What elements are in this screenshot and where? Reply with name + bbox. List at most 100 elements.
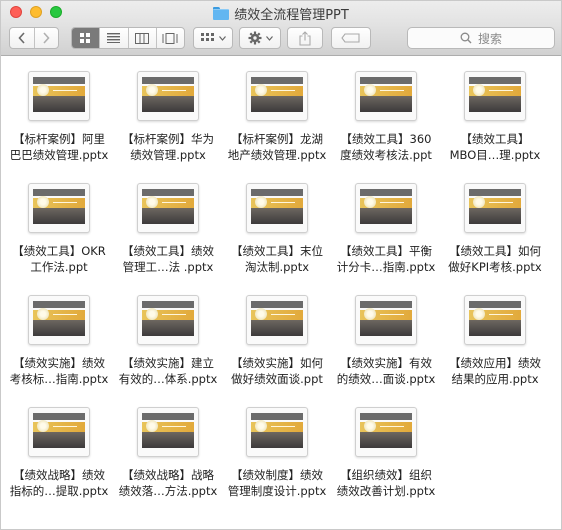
- file-name-line-2: 度绩效考核法.ppt: [340, 148, 432, 162]
- window-title-text: 绩效全流程管理PPT: [234, 8, 349, 23]
- file-name: 【绩效工具】如何 做好KPI考核.pptx: [440, 243, 550, 275]
- pptx-thumbnail-icon: [28, 295, 90, 345]
- file-name: 【绩效工具】OKR 工作法.ppt: [4, 243, 114, 275]
- view-mode-control: [71, 27, 185, 49]
- file-item[interactable]: 【绩效实施】有效 的绩效…面谈.pptx: [331, 295, 441, 387]
- pptx-thumbnail-icon: [246, 295, 308, 345]
- pptx-thumbnail-icon: [137, 183, 199, 233]
- file-name-line-2: 计分卡…指南.pptx: [336, 260, 436, 274]
- file-name-line-1: 【绩效实施】绩效: [13, 356, 105, 370]
- tag-button[interactable]: [331, 27, 371, 49]
- chevron-left-icon: [18, 32, 25, 44]
- file-item[interactable]: 【绩效实施】绩效 考核标…指南.pptx: [4, 295, 114, 387]
- pptx-thumbnail-icon: [355, 183, 417, 233]
- gallery-view-button[interactable]: [155, 28, 184, 48]
- pptx-thumbnail-icon: [464, 183, 526, 233]
- file-item[interactable]: 【绩效工具】绩效 管理工…法 .pptx: [113, 183, 223, 275]
- pptx-thumbnail-icon: [355, 407, 417, 457]
- file-name-line-2: 地产绩效管理.pptx: [227, 148, 327, 162]
- chevron-down-icon: [265, 35, 273, 41]
- file-item[interactable]: 【绩效工具】360 度绩效考核法.ppt: [331, 71, 441, 163]
- file-name: 【绩效工具】 MBO目…理.pptx: [440, 131, 550, 163]
- icon-view-button[interactable]: [72, 28, 100, 48]
- toolbar: 搜索: [1, 23, 561, 56]
- pptx-thumbnail-icon: [246, 183, 308, 233]
- file-name-line-2: 结果的应用.pptx: [451, 372, 539, 386]
- pptx-thumbnail-icon: [137, 295, 199, 345]
- window-title: 绩效全流程管理PPT: [1, 4, 561, 23]
- file-name-line-2: MBO目…理.pptx: [449, 148, 541, 162]
- column-view-button[interactable]: [127, 28, 156, 48]
- file-name: 【绩效战略】绩效 指标的…提取.pptx: [4, 467, 114, 499]
- file-item[interactable]: 【标杆案例】华为 绩效管理.pptx: [113, 71, 223, 163]
- title-bar: 绩效全流程管理PPT: [1, 1, 561, 23]
- file-item[interactable]: 【绩效工具】 MBO目…理.pptx: [440, 71, 550, 163]
- file-name-line-2: 绩效管理.pptx: [130, 148, 206, 162]
- file-name-line-2: 做好KPI考核.pptx: [448, 260, 542, 274]
- file-name-line-1: 【绩效工具】平衡: [340, 244, 432, 258]
- file-item[interactable]: 【绩效工具】如何 做好KPI考核.pptx: [440, 183, 550, 275]
- file-name-line-1: 【组织绩效】组织: [340, 468, 432, 482]
- file-name-line-1: 【绩效战略】战略: [122, 468, 214, 482]
- file-name: 【绩效实施】绩效 考核标…指南.pptx: [4, 355, 114, 387]
- chevron-down-icon: [218, 35, 226, 41]
- file-item[interactable]: 【绩效战略】绩效 指标的…提取.pptx: [4, 407, 114, 499]
- nav-buttons: [9, 27, 59, 49]
- chevron-right-icon: [43, 32, 50, 44]
- share-icon: [299, 30, 311, 46]
- file-item[interactable]: 【绩效实施】建立 有效的…体系.pptx: [113, 295, 223, 387]
- file-item[interactable]: 【绩效工具】末位 淘汰制.pptx: [222, 183, 332, 275]
- file-item[interactable]: 【标杆案例】龙湖 地产绩效管理.pptx: [222, 71, 332, 163]
- share-button[interactable]: [287, 27, 323, 49]
- pptx-thumbnail-icon: [355, 295, 417, 345]
- pptx-thumbnail-icon: [28, 407, 90, 457]
- pptx-thumbnail-icon: [137, 407, 199, 457]
- list-view-icon: [107, 33, 121, 43]
- column-view-icon: [135, 32, 150, 44]
- file-name-line-2: 做好绩效面谈.ppt: [231, 372, 323, 386]
- file-item[interactable]: 【组织绩效】组织 绩效改善计划.pptx: [331, 407, 441, 499]
- file-name-line-2: 巴巴绩效管理.pptx: [9, 148, 109, 162]
- search-field[interactable]: 搜索: [407, 27, 555, 49]
- file-item[interactable]: 【绩效制度】绩效 管理制度设计.pptx: [222, 407, 332, 499]
- file-name-line-2: 有效的…体系.pptx: [118, 372, 218, 386]
- file-name-line-1: 【绩效实施】建立: [122, 356, 214, 370]
- file-name-line-1: 【绩效工具】绩效: [122, 244, 214, 258]
- file-name-line-1: 【绩效实施】有效: [340, 356, 432, 370]
- file-name-line-1: 【绩效制度】绩效: [231, 468, 323, 482]
- file-item[interactable]: 【绩效应用】绩效 结果的应用.pptx: [440, 295, 550, 387]
- gear-icon: [248, 31, 261, 45]
- pptx-thumbnail-icon: [246, 407, 308, 457]
- file-item[interactable]: 【标杆案例】阿里 巴巴绩效管理.pptx: [4, 71, 114, 163]
- back-button[interactable]: [10, 28, 34, 48]
- file-name-line-1: 【绩效工具】末位: [231, 244, 323, 258]
- file-name-line-1: 【标杆案例】华为: [122, 132, 214, 146]
- file-name-line-2: 淘汰制.pptx: [244, 260, 310, 274]
- file-name: 【绩效战略】战略 绩效落…方法.pptx: [113, 467, 223, 499]
- pptx-thumbnail-icon: [28, 183, 90, 233]
- file-name: 【绩效实施】有效 的绩效…面谈.pptx: [331, 355, 441, 387]
- file-name: 【标杆案例】华为 绩效管理.pptx: [113, 131, 223, 163]
- gallery-view-icon: [162, 32, 178, 44]
- pptx-thumbnail-icon: [28, 71, 90, 121]
- forward-button[interactable]: [33, 28, 59, 48]
- icon-view-icon: [80, 32, 91, 43]
- file-name: 【绩效工具】绩效 管理工…法 .pptx: [113, 243, 223, 275]
- list-view-button[interactable]: [99, 28, 127, 48]
- finder-window: 绩效全流程管理PPT 搜索 【标杆案例】阿里 巴巴绩效管理.pptx 【标杆案例…: [0, 0, 562, 530]
- file-name-line-2: 指标的…提取.pptx: [9, 484, 109, 498]
- grid-arrange-icon: [200, 33, 214, 41]
- file-name-line-1: 【绩效战略】绩效: [13, 468, 105, 482]
- file-name: 【标杆案例】阿里 巴巴绩效管理.pptx: [4, 131, 114, 163]
- arrange-button[interactable]: [193, 27, 233, 49]
- file-item[interactable]: 【绩效工具】平衡 计分卡…指南.pptx: [331, 183, 441, 275]
- file-name: 【绩效应用】绩效 结果的应用.pptx: [440, 355, 550, 387]
- file-name: 【标杆案例】龙湖 地产绩效管理.pptx: [222, 131, 332, 163]
- file-name-line-2: 考核标…指南.pptx: [9, 372, 109, 386]
- file-item[interactable]: 【绩效实施】如何 做好绩效面谈.ppt: [222, 295, 332, 387]
- file-item[interactable]: 【绩效战略】战略 绩效落…方法.pptx: [113, 407, 223, 499]
- file-item[interactable]: 【绩效工具】OKR 工作法.ppt: [4, 183, 114, 275]
- file-name: 【绩效实施】建立 有效的…体系.pptx: [113, 355, 223, 387]
- tag-icon: [341, 33, 360, 43]
- action-button[interactable]: [239, 27, 281, 49]
